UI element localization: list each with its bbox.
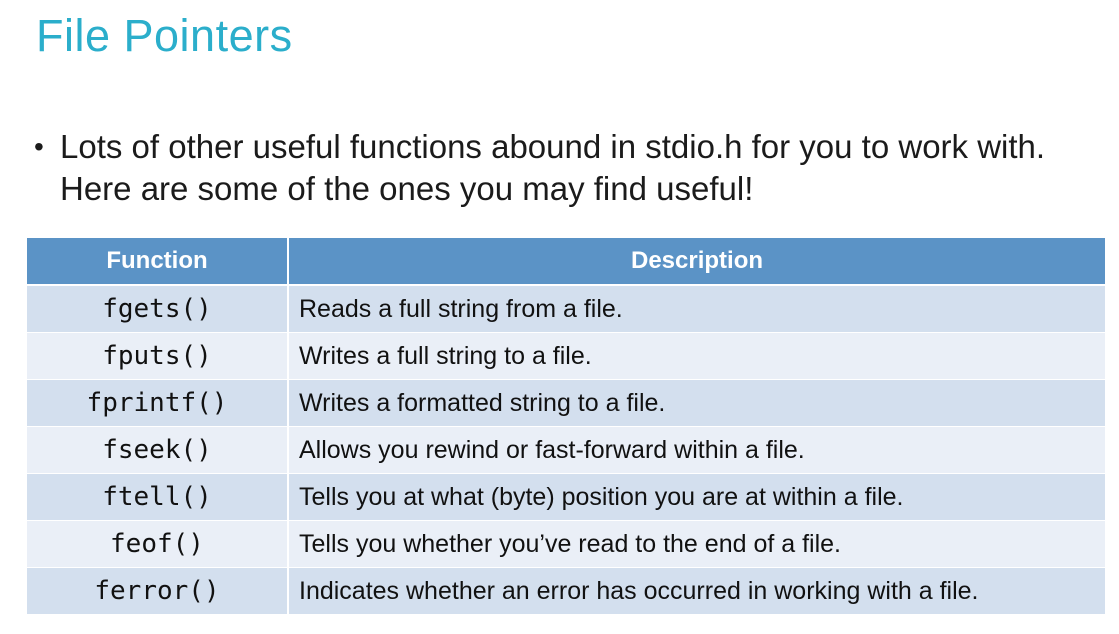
description-cell: Tells you at what (byte) position you ar… bbox=[288, 473, 1105, 521]
function-name-cell: ferror() bbox=[27, 567, 289, 615]
table-row: ferror() Indicates whether an error has … bbox=[27, 567, 1105, 615]
description-cell: Writes a formatted string to a file. bbox=[288, 379, 1105, 427]
table-row: fseek() Allows you rewind or fast-forwar… bbox=[27, 426, 1105, 474]
column-header-description: Description bbox=[288, 238, 1105, 286]
function-name-cell: ftell() bbox=[27, 473, 289, 521]
slide: File Pointers • Lots of other useful fun… bbox=[0, 0, 1119, 634]
table-row: fputs() Writes a full string to a file. bbox=[27, 332, 1105, 380]
function-name-cell: fseek() bbox=[27, 426, 289, 474]
bullet-icon: • bbox=[34, 131, 44, 162]
description-cell: Indicates whether an error has occurred … bbox=[288, 567, 1105, 615]
description-cell: Allows you rewind or fast-forward within… bbox=[288, 426, 1105, 474]
table-row: ftell() Tells you at what (byte) positio… bbox=[27, 473, 1105, 521]
bullet-point: • Lots of other useful functions abound … bbox=[34, 126, 1109, 210]
table-header-row: Function Description bbox=[27, 238, 1105, 286]
function-name-cell: fgets() bbox=[27, 285, 289, 333]
bullet-text: Lots of other useful functions abound in… bbox=[60, 128, 1046, 207]
function-name-cell: fprintf() bbox=[27, 379, 289, 427]
description-cell: Tells you whether you’ve read to the end… bbox=[288, 520, 1105, 568]
slide-title: File Pointers bbox=[36, 10, 293, 61]
table-row: feof() Tells you whether you’ve read to … bbox=[27, 520, 1105, 568]
functions-table: Function Description fgets() Reads a ful… bbox=[27, 238, 1105, 615]
column-header-function: Function bbox=[27, 238, 289, 286]
description-cell: Reads a full string from a file. bbox=[288, 285, 1105, 333]
description-cell: Writes a full string to a file. bbox=[288, 332, 1105, 380]
table-row: fprintf() Writes a formatted string to a… bbox=[27, 379, 1105, 427]
function-name-cell: fputs() bbox=[27, 332, 289, 380]
function-name-cell: feof() bbox=[27, 520, 289, 568]
table-row: fgets() Reads a full string from a file. bbox=[27, 285, 1105, 333]
